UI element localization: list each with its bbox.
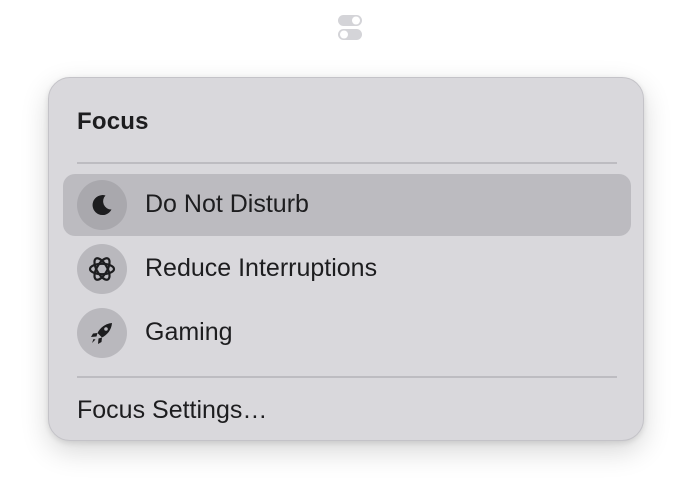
focus-settings-button[interactable]: Focus Settings… — [77, 396, 267, 425]
menu-divider — [77, 162, 617, 164]
focus-item-label: Reduce Interruptions — [145, 254, 378, 282]
focus-item-reduce-interruptions[interactable]: Reduce Interruptions — [63, 238, 631, 300]
focus-item-gaming[interactable]: Gaming — [63, 302, 631, 364]
control-center-icon[interactable] — [337, 14, 363, 42]
atom-icon — [77, 244, 127, 294]
menu-title: Focus — [77, 108, 149, 135]
moon-icon — [77, 180, 127, 230]
focus-menu: Focus Do Not Disturb Reduce Interruption… — [48, 77, 644, 441]
focus-item-label: Gaming — [145, 318, 233, 346]
focus-item-do-not-disturb[interactable]: Do Not Disturb — [63, 174, 631, 236]
control-center-toggles-icon — [338, 15, 362, 40]
rocket-icon — [77, 308, 127, 358]
menu-divider — [77, 376, 617, 378]
desktop: Focus Do Not Disturb Reduce Interruption… — [0, 0, 676, 498]
focus-item-label: Do Not Disturb — [145, 190, 309, 218]
